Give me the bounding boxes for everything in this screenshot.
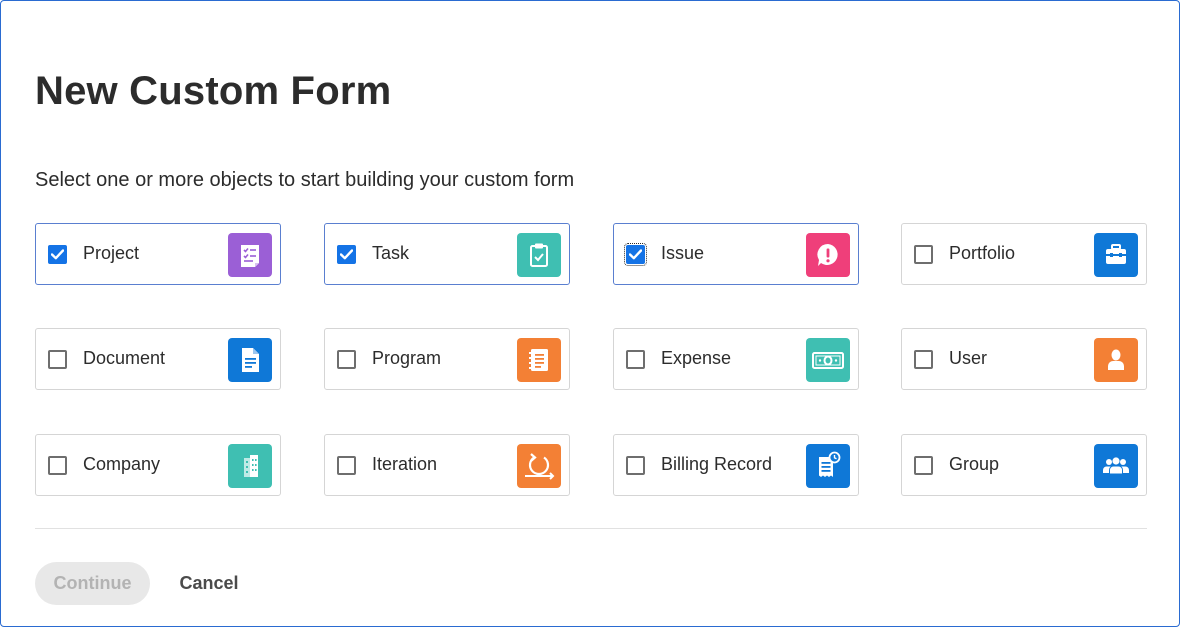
group-icon: [1094, 444, 1138, 488]
expense-icon: [806, 338, 850, 382]
checkmark-icon: [340, 249, 353, 260]
object-card-label: Issue: [661, 243, 705, 263]
expense-checkbox[interactable]: [626, 350, 645, 369]
project-icon: [228, 233, 272, 277]
document-icon: [228, 338, 272, 382]
object-card-project[interactable]: Project: [35, 223, 281, 285]
checkmark-icon: [629, 249, 642, 260]
issue-checkbox[interactable]: [624, 243, 647, 266]
user-icon: [1094, 338, 1138, 382]
portfolio-checkbox[interactable]: [914, 245, 933, 264]
checkmark-icon: [51, 249, 64, 260]
object-card-user[interactable]: User: [901, 328, 1147, 390]
iteration-checkbox[interactable]: [337, 456, 356, 475]
company-icon: [228, 444, 272, 488]
object-card-label: Group: [949, 454, 1000, 474]
object-card-iteration[interactable]: Iteration: [324, 434, 570, 496]
continue-button[interactable]: Continue: [35, 562, 150, 605]
user-checkbox[interactable]: [914, 350, 933, 369]
object-card-expense[interactable]: Expense: [613, 328, 859, 390]
object-card-label: Billing Record: [661, 454, 773, 474]
object-card-portfolio[interactable]: Portfolio: [901, 223, 1147, 285]
billing-record-icon: [806, 444, 850, 488]
company-checkbox[interactable]: [48, 456, 67, 475]
object-card-label: Document: [83, 348, 166, 368]
program-icon: [517, 338, 561, 382]
object-card-label: User: [949, 348, 988, 368]
program-checkbox[interactable]: [337, 350, 356, 369]
object-card-issue[interactable]: Issue: [613, 223, 859, 285]
dialog-subtitle: Select one or more objects to start buil…: [35, 169, 575, 191]
object-card-label: Iteration: [372, 454, 438, 474]
iteration-icon: [517, 444, 561, 488]
object-card-label: Portfolio: [949, 243, 1016, 263]
group-checkbox[interactable]: [914, 456, 933, 475]
object-card-label: Program: [372, 348, 442, 368]
project-checkbox[interactable]: [48, 245, 67, 264]
object-card-label: Task: [372, 243, 410, 263]
object-card-label: Expense: [661, 348, 732, 368]
issue-icon: [806, 233, 850, 277]
footer-divider: [35, 528, 1147, 529]
task-icon: [517, 233, 561, 277]
object-card-company[interactable]: Company: [35, 434, 281, 496]
billing-record-checkbox[interactable]: [626, 456, 645, 475]
portfolio-icon: [1094, 233, 1138, 277]
object-card-group[interactable]: Group: [901, 434, 1147, 496]
object-card-label: Company: [83, 454, 161, 474]
object-card-billing-record[interactable]: Billing Record: [613, 434, 859, 496]
object-selection-grid: Project Task Issue Portfolio Document Pr…: [35, 223, 1147, 496]
object-card-label: Project: [83, 243, 140, 263]
dialog-title: New Custom Form: [35, 69, 392, 113]
task-checkbox[interactable]: [337, 245, 356, 264]
document-checkbox[interactable]: [48, 350, 67, 369]
object-card-task[interactable]: Task: [324, 223, 570, 285]
new-custom-form-dialog: New Custom Form Select one or more objec…: [0, 0, 1180, 627]
cancel-button[interactable]: Cancel: [171, 562, 247, 605]
object-card-document[interactable]: Document: [35, 328, 281, 390]
object-card-program[interactable]: Program: [324, 328, 570, 390]
